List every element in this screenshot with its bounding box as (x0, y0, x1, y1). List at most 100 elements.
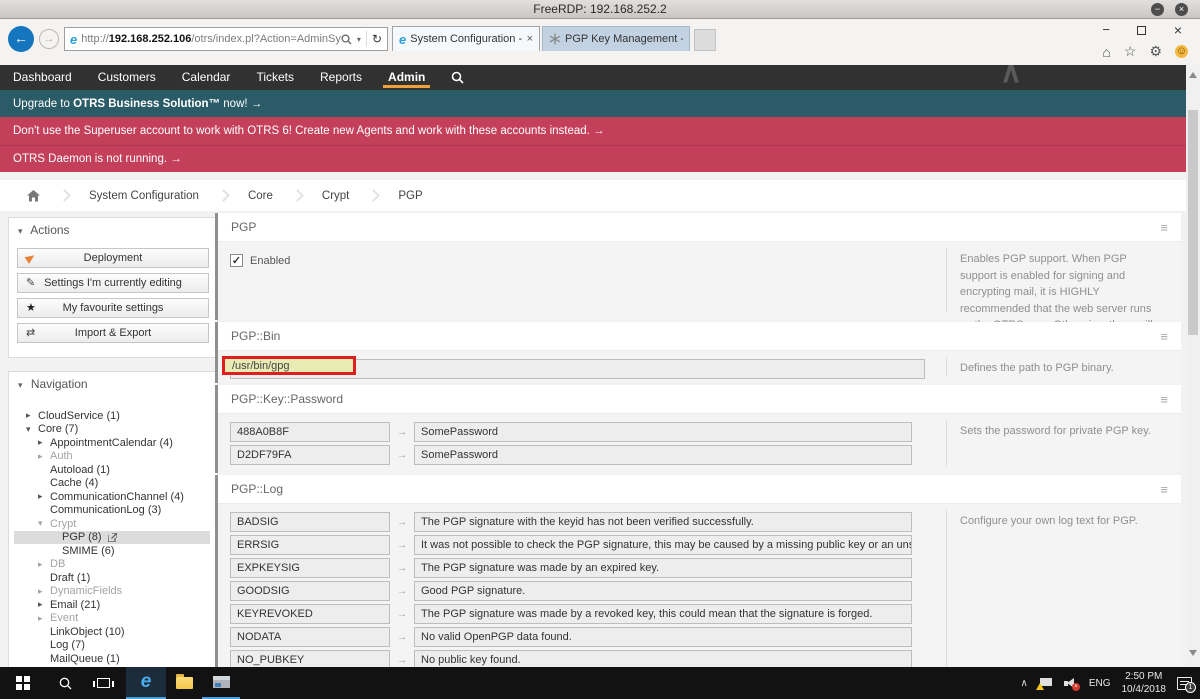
window-close-button[interactable]: × (1174, 23, 1182, 37)
browser-forward-button[interactable]: → (39, 29, 59, 49)
tree-item-log-7[interactable]: Log (7) (14, 639, 210, 653)
scroll-down-arrow-icon[interactable] (1189, 650, 1197, 656)
breadcrumb-item[interactable]: Crypt (322, 190, 349, 202)
browser-back-button[interactable]: ← (8, 26, 34, 52)
nav-item-customers[interactable]: Customers (98, 65, 156, 90)
action-button-my-favourite-settings[interactable]: ★My favourite settings (17, 298, 209, 318)
taskbar-ie-button[interactable]: e (126, 667, 166, 699)
volume-muted-icon[interactable]: × (1064, 678, 1078, 689)
hamburger-menu-icon[interactable]: ≡ (1160, 220, 1168, 235)
action-button-settings-i-m-currently-editing[interactable]: ✎Settings I'm currently editing (17, 273, 209, 293)
tree-item-event[interactable]: ▸Event (14, 612, 210, 626)
tree-item-communicationchannel-4[interactable]: ▸CommunicationChannel (4) (14, 490, 210, 504)
setting-key-input[interactable]: EXPKEYSIG (230, 558, 390, 578)
action-button-deployment[interactable]: Deployment (17, 248, 209, 268)
search-icon[interactable] (341, 34, 352, 45)
taskbar-clock[interactable]: 2:50 PM 10/4/2018 (1122, 670, 1167, 696)
action-center-icon[interactable]: 1 (1177, 677, 1192, 690)
superuser-warning-banner[interactable]: Don't use the Superuser account to work … (0, 117, 1200, 145)
setting-value-input[interactable]: SomePassword (414, 445, 912, 465)
actions-widget-header[interactable]: ▾ Actions (9, 218, 217, 241)
nav-item-dashboard[interactable]: Dashboard (13, 65, 72, 90)
tree-item-db[interactable]: ▸DB (14, 558, 210, 572)
tree-item-autoload-1[interactable]: Autoload (1) (14, 463, 210, 477)
setting-key-input[interactable]: NODATA (230, 627, 390, 647)
external-link-icon[interactable] (108, 533, 117, 542)
search-icon[interactable] (451, 71, 464, 84)
enabled-checkbox[interactable]: ✓ (230, 254, 243, 267)
nav-item-calendar[interactable]: Calendar (182, 65, 231, 90)
tree-item-communicationlog-3[interactable]: CommunicationLog (3) (14, 504, 210, 518)
tab-close-icon[interactable]: × (527, 33, 533, 45)
breadcrumb-item[interactable]: PGP (398, 190, 422, 202)
network-warning-icon[interactable] (1039, 678, 1053, 689)
home-icon[interactable]: ⌂ (1102, 44, 1110, 60)
action-button-import-export[interactable]: ⇄Import & Export (17, 323, 209, 343)
nav-item-reports[interactable]: Reports (320, 65, 362, 90)
setting-key-input[interactable]: NO_PUBKEY (230, 650, 390, 667)
window-minimize-button[interactable]: − (1102, 23, 1110, 37)
page-scrollbar[interactable] (1186, 65, 1200, 667)
server-manager-button[interactable] (202, 667, 240, 699)
tree-item-dynamicfields[interactable]: ▸DynamicFields (14, 585, 210, 599)
breadcrumb-item[interactable]: Core (248, 190, 273, 202)
nav-item-tickets[interactable]: Tickets (256, 65, 294, 90)
home-icon[interactable] (27, 190, 40, 202)
setting-value-input[interactable]: The PGP signature was made by an expired… (414, 558, 912, 578)
setting-key-input[interactable]: D2DF79FA (230, 445, 390, 465)
file-explorer-button[interactable] (166, 667, 202, 699)
taskbar-search-button[interactable] (46, 667, 84, 699)
hamburger-menu-icon[interactable]: ≡ (1160, 482, 1168, 497)
gear-icon[interactable]: ⚙ (1149, 43, 1162, 60)
upgrade-banner[interactable]: Upgrade to OTRS Business Solution™ now! … (0, 90, 1200, 117)
setting-value-input[interactable]: Good PGP signature. (414, 581, 912, 601)
setting-value-input[interactable]: The PGP signature was made by a revoked … (414, 604, 912, 624)
setting-key-input[interactable]: KEYREVOKED (230, 604, 390, 624)
setting-key-input[interactable]: 488A0B8F (230, 422, 390, 442)
setting-key-input[interactable]: BADSIG (230, 512, 390, 532)
tray-expand-icon[interactable]: ∧ (1021, 678, 1028, 689)
tree-item-appointmentcalendar-4[interactable]: ▸AppointmentCalendar (4) (14, 436, 210, 450)
breadcrumb-item[interactable]: System Configuration (89, 190, 199, 202)
favorites-star-icon[interactable]: ☆ (1124, 43, 1137, 60)
setting-value-input[interactable]: SomePassword (414, 422, 912, 442)
scroll-up-arrow-icon[interactable] (1189, 72, 1197, 78)
pgp-bin-highlighted-value[interactable]: /usr/bin/gpg (222, 356, 356, 375)
language-indicator[interactable]: ENG (1089, 678, 1111, 689)
tree-item-crypt[interactable]: ▾Crypt (14, 517, 210, 531)
new-tab-button[interactable] (694, 29, 716, 51)
tree-item-linkobject-10[interactable]: LinkObject (10) (14, 625, 210, 639)
address-bar[interactable]: e http://192.168.252.106/otrs/index.pl?A… (64, 27, 388, 51)
hamburger-menu-icon[interactable]: ≡ (1160, 329, 1168, 344)
rdp-minimize-button[interactable]: − (1151, 3, 1164, 16)
tree-item-pgp-8[interactable]: PGP (8) (14, 531, 210, 545)
window-maximize-button[interactable] (1137, 26, 1146, 35)
tree-item-auth[interactable]: ▸Auth (14, 450, 210, 464)
tree-item-smime-6[interactable]: SMIME (6) (14, 544, 210, 558)
start-button[interactable] (0, 667, 46, 699)
refresh-icon[interactable]: ↻ (372, 32, 382, 46)
tree-item-core-7[interactable]: ▾Core (7) (14, 423, 210, 437)
browser-tab[interactable]: PGP Key Management - Admi... (542, 26, 690, 51)
chevron-down-icon[interactable]: ▾ (357, 35, 361, 44)
navigation-widget-header[interactable]: ▾ Navigation (9, 372, 217, 395)
rdp-close-button[interactable]: × (1175, 3, 1188, 16)
setting-value-input[interactable]: No valid OpenPGP data found. (414, 627, 912, 647)
nav-item-admin[interactable]: Admin (388, 65, 425, 90)
setting-key-input[interactable]: ERRSIG (230, 535, 390, 555)
setting-value-input[interactable]: It was not possible to check the PGP sig… (414, 535, 912, 555)
browser-tab[interactable]: eSystem Configuration - Ad...× (392, 26, 540, 51)
setting-value-input[interactable]: No public key found. (414, 650, 912, 667)
tree-item-draft-1[interactable]: Draft (1) (14, 571, 210, 585)
hamburger-menu-icon[interactable]: ≡ (1160, 392, 1168, 407)
tree-item-cache-4[interactable]: Cache (4) (14, 477, 210, 491)
tree-item-cloudservice-1[interactable]: ▸CloudService (1) (14, 409, 210, 423)
tree-item-mailqueue-1[interactable]: MailQueue (1) (14, 652, 210, 666)
task-view-button[interactable] (84, 667, 122, 699)
daemon-warning-banner[interactable]: OTRS Daemon is not running. → (0, 145, 1200, 172)
tree-item-email-21[interactable]: ▸Email (21) (14, 598, 210, 612)
scrollbar-thumb[interactable] (1188, 110, 1198, 335)
setting-value-input[interactable]: The PGP signature with the keyid has not… (414, 512, 912, 532)
feedback-smiley-icon[interactable]: ☺ (1175, 45, 1188, 58)
setting-key-input[interactable]: GOODSIG (230, 581, 390, 601)
